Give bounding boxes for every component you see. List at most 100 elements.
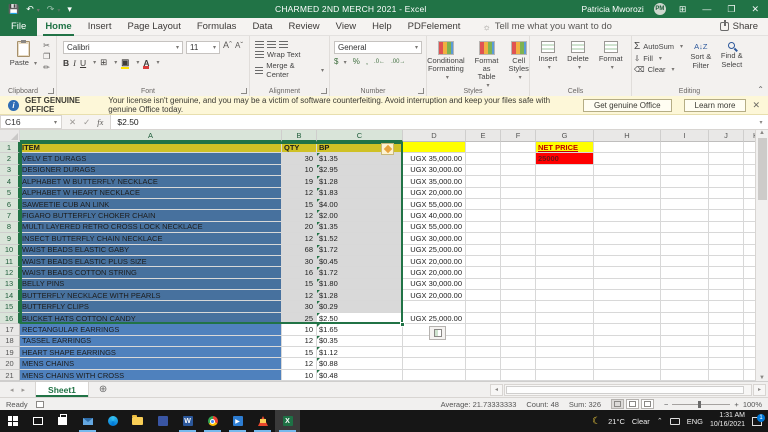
- tab-help[interactable]: Help: [364, 18, 400, 36]
- row-header-9[interactable]: 9: [0, 233, 20, 244]
- cell-F3[interactable]: [501, 165, 536, 176]
- col-header-J[interactable]: J: [709, 130, 744, 142]
- cell-A15[interactable]: BUTTERFLY CLIPS: [20, 301, 282, 312]
- cell-B8[interactable]: 20: [282, 222, 317, 233]
- cell-I4[interactable]: [661, 176, 709, 187]
- cell-C2[interactable]: $1.35: [317, 153, 403, 164]
- format-cells-button[interactable]: Format▾: [595, 39, 627, 73]
- cell-H18[interactable]: [594, 336, 661, 347]
- cell-J15[interactable]: [709, 301, 744, 312]
- quick-analysis-icon[interactable]: [429, 326, 446, 340]
- cell-A5[interactable]: ALPHABET W HEART NECKLACE: [20, 188, 282, 199]
- comma-icon[interactable]: ,: [366, 57, 368, 66]
- copy-icon[interactable]: ❐: [43, 52, 50, 61]
- cell-D21[interactable]: [403, 370, 466, 381]
- rocket-app-icon[interactable]: [250, 410, 275, 432]
- vertical-scroll-thumb[interactable]: [758, 138, 767, 200]
- cell-I17[interactable]: [661, 324, 709, 335]
- increase-font-icon[interactable]: Aˆ: [223, 41, 232, 54]
- cell-G15[interactable]: [536, 301, 594, 312]
- start-icon[interactable]: [0, 410, 25, 432]
- cell-H19[interactable]: [594, 347, 661, 358]
- cell-G9[interactable]: [536, 233, 594, 244]
- ribbon-display-options-icon[interactable]: ⊞: [676, 4, 690, 15]
- row-header-6[interactable]: 6: [0, 199, 20, 210]
- cell-F11[interactable]: [501, 256, 536, 267]
- cell-J3[interactable]: [709, 165, 744, 176]
- cell-A12[interactable]: WAIST BEADS COTTON STRING: [20, 267, 282, 278]
- tab-page-layout[interactable]: Page Layout: [119, 18, 188, 36]
- cell-D15[interactable]: [403, 301, 466, 312]
- cell-E15[interactable]: [466, 301, 501, 312]
- cell-C6[interactable]: $4.00: [317, 199, 403, 210]
- col-header-C[interactable]: C: [317, 130, 403, 142]
- bold-button[interactable]: B: [63, 58, 69, 68]
- cell-C10[interactable]: $1.72: [317, 245, 403, 256]
- cell-D11[interactable]: UGX 20,000.00: [403, 256, 466, 267]
- cell-B1[interactable]: QTY: [282, 142, 317, 153]
- zoom-in-icon[interactable]: +: [734, 400, 738, 409]
- cell-G2[interactable]: 25000: [536, 153, 594, 164]
- zoom-slider-thumb[interactable]: [698, 401, 701, 408]
- cell-I1[interactable]: [661, 142, 709, 153]
- font-dialog-launcher-icon[interactable]: [241, 88, 247, 94]
- borders-icon[interactable]: ⊞: [100, 57, 107, 68]
- conditional-formatting-button[interactable]: Conditional Formatting ▾: [423, 39, 469, 83]
- cell-H17[interactable]: [594, 324, 661, 335]
- cell-J1[interactable]: [709, 142, 744, 153]
- weather-desc[interactable]: Clear: [632, 417, 650, 426]
- cell-J5[interactable]: [709, 188, 744, 199]
- row-header-8[interactable]: 8: [0, 222, 20, 233]
- cell-I13[interactable]: [661, 279, 709, 290]
- cell-B6[interactable]: 15: [282, 199, 317, 210]
- cell-C19[interactable]: $1.12: [317, 347, 403, 358]
- currency-icon[interactable]: $ ▾: [334, 57, 347, 66]
- cell-A8[interactable]: MULTI LAYERED RETRO CROSS LOCK NECKLACE: [20, 222, 282, 233]
- font-color-icon[interactable]: A: [143, 58, 149, 68]
- cell-D4[interactable]: UGX 35,000.00: [403, 176, 466, 187]
- avatar[interactable]: PM: [654, 3, 666, 15]
- cell-I2[interactable]: [661, 153, 709, 164]
- merge-center-button[interactable]: Merge & Center ▾: [255, 61, 324, 79]
- cell-A2[interactable]: VELV ET DURAGS: [20, 153, 282, 164]
- font-size-select[interactable]: 11▾: [186, 41, 220, 54]
- cell-J9[interactable]: [709, 233, 744, 244]
- cell-I14[interactable]: [661, 290, 709, 301]
- cell-I5[interactable]: [661, 188, 709, 199]
- formula-input[interactable]: $2.50: [111, 115, 754, 129]
- fill-handle[interactable]: [400, 322, 405, 327]
- underline-button[interactable]: U: [80, 58, 86, 68]
- redo-icon[interactable]: ↷▾: [47, 4, 61, 15]
- cell-H9[interactable]: [594, 233, 661, 244]
- cell-J18[interactable]: [709, 336, 744, 347]
- cell-I19[interactable]: [661, 347, 709, 358]
- cell-G21[interactable]: [536, 370, 594, 381]
- cell-B12[interactable]: 16: [282, 267, 317, 278]
- cell-B5[interactable]: 12: [282, 188, 317, 199]
- cell-B14[interactable]: 12: [282, 290, 317, 301]
- cell-D12[interactable]: UGX 20,000.00: [403, 267, 466, 278]
- cell-C4[interactable]: $1.28: [317, 176, 403, 187]
- cell-A7[interactable]: FIGARO BUTTERFLY CHOKER CHAIN: [20, 210, 282, 221]
- format-as-table-button[interactable]: Format as Table ▾: [471, 39, 503, 91]
- cell-A13[interactable]: BELLY PINS: [20, 279, 282, 290]
- cell-D8[interactable]: UGX 55,000.00: [403, 222, 466, 233]
- close-icon[interactable]: ✕: [748, 4, 762, 15]
- align-top-icon[interactable]: [255, 41, 264, 48]
- tab-pdfelement[interactable]: PDFelement: [400, 18, 469, 36]
- cell-F9[interactable]: [501, 233, 536, 244]
- row-header-12[interactable]: 12: [0, 267, 20, 278]
- cell-A21[interactable]: MENS CHAINS WITH CROSS: [20, 370, 282, 381]
- cell-D9[interactable]: UGX 30,000.00: [403, 233, 466, 244]
- autosum-button[interactable]: Σ AutoSum ▾: [634, 41, 683, 52]
- sheet-tab-sheet1[interactable]: Sheet1: [35, 382, 89, 397]
- movies-tv-icon[interactable]: ▶: [225, 410, 250, 432]
- tab-file[interactable]: File: [0, 18, 37, 36]
- name-box[interactable]: C16▾: [0, 115, 62, 129]
- tab-insert[interactable]: Insert: [80, 18, 120, 36]
- tell-me-box[interactable]: ☼ Tell me what you want to do: [482, 21, 611, 32]
- page-break-view-icon[interactable]: [641, 399, 654, 409]
- cell-J10[interactable]: [709, 245, 744, 256]
- cell-C11[interactable]: $0.45: [317, 256, 403, 267]
- learn-more-button[interactable]: Learn more: [684, 99, 747, 112]
